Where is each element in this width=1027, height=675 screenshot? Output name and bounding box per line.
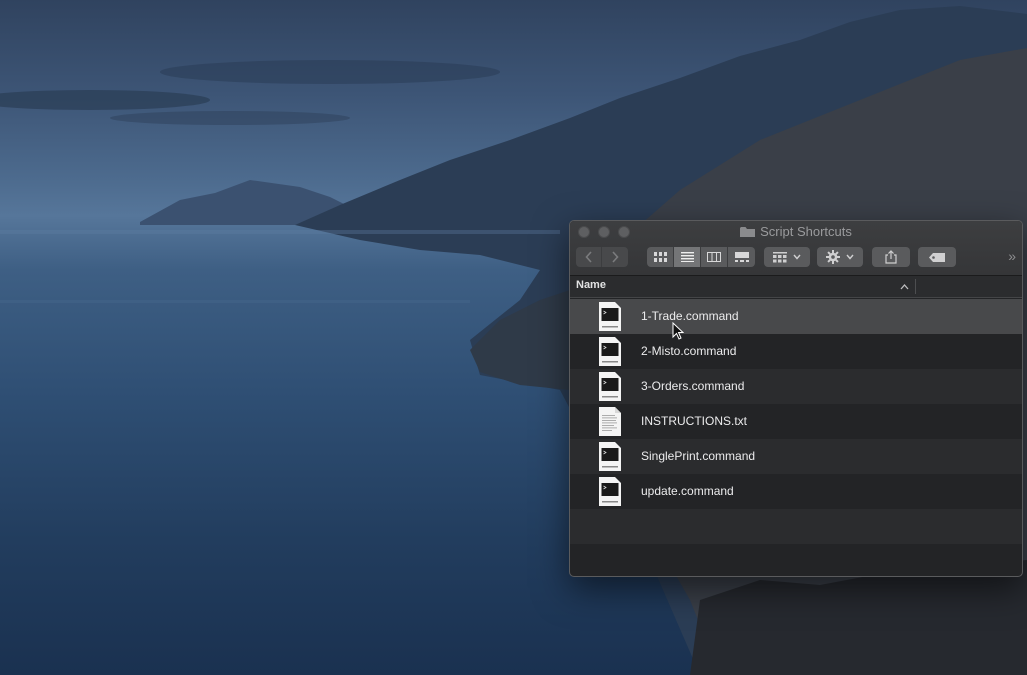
- terminal-command-file-icon: [599, 477, 621, 506]
- back-icon: [584, 251, 592, 263]
- chevron-down-icon: [846, 254, 854, 260]
- share-button[interactable]: [872, 247, 910, 267]
- file-name: 2-Misto.command: [641, 344, 737, 358]
- group-by-button[interactable]: [764, 247, 810, 267]
- terminal-command-file-icon: [599, 337, 621, 366]
- list-column-header: Name: [570, 276, 1022, 298]
- file-name: 1-Trade.command: [641, 309, 739, 323]
- mouse-cursor-icon: [672, 322, 684, 340]
- group-icon: [773, 251, 787, 262]
- file-name: SinglePrint.command: [641, 449, 756, 463]
- tag-icon: [929, 252, 945, 262]
- finder-window: Script Shortcuts » Name 1-Trade.command …: [569, 220, 1023, 577]
- back-button[interactable]: [576, 247, 602, 267]
- icon-view-button[interactable]: [647, 247, 674, 267]
- nav-buttons: [576, 247, 628, 267]
- window-toolbar: Script Shortcuts »: [570, 221, 1022, 276]
- terminal-command-file-icon: [599, 302, 621, 331]
- file-row[interactable]: update.command: [570, 474, 1022, 509]
- action-button[interactable]: [817, 247, 863, 267]
- toolbar-overflow-icon[interactable]: »: [1008, 248, 1016, 264]
- view-mode-segmented: [647, 247, 755, 267]
- empty-list-row: [570, 544, 1022, 576]
- forward-icon: [612, 251, 619, 263]
- terminal-command-file-icon: [599, 372, 621, 401]
- file-row[interactable]: SinglePrint.command: [570, 439, 1022, 474]
- column-divider[interactable]: [915, 279, 916, 294]
- gear-icon: [826, 250, 840, 264]
- window-title-text: Script Shortcuts: [760, 224, 852, 239]
- folder-icon: [740, 226, 756, 242]
- file-list: 1-Trade.command 2-Misto.command 3-Orders…: [570, 299, 1022, 576]
- file-row[interactable]: 1-Trade.command: [570, 299, 1022, 334]
- chevron-down-icon: [793, 254, 801, 260]
- text-file-icon: [599, 407, 621, 436]
- terminal-command-file-icon: [599, 442, 621, 471]
- column-view-button[interactable]: [701, 247, 728, 267]
- list-view-icon: [680, 252, 694, 262]
- file-name: INSTRUCTIONS.txt: [641, 414, 748, 428]
- empty-list-row: [570, 509, 1022, 544]
- gallery-view-button[interactable]: [728, 247, 755, 267]
- gallery-view-icon: [734, 252, 749, 262]
- grid-view-icon: [653, 251, 667, 262]
- forward-button[interactable]: [602, 247, 628, 267]
- list-view-button[interactable]: [674, 247, 701, 267]
- sort-ascending-icon: [900, 284, 909, 290]
- file-name: 3-Orders.command: [641, 379, 745, 393]
- file-row[interactable]: INSTRUCTIONS.txt: [570, 404, 1022, 439]
- column-name-header[interactable]: Name: [576, 279, 606, 291]
- file-row[interactable]: 3-Orders.command: [570, 369, 1022, 404]
- window-title: Script Shortcuts: [570, 224, 1022, 242]
- share-icon: [885, 250, 897, 264]
- column-view-icon: [707, 252, 721, 262]
- file-name: update.command: [641, 484, 734, 498]
- tags-button[interactable]: [918, 247, 956, 267]
- file-row[interactable]: 2-Misto.command: [570, 334, 1022, 369]
